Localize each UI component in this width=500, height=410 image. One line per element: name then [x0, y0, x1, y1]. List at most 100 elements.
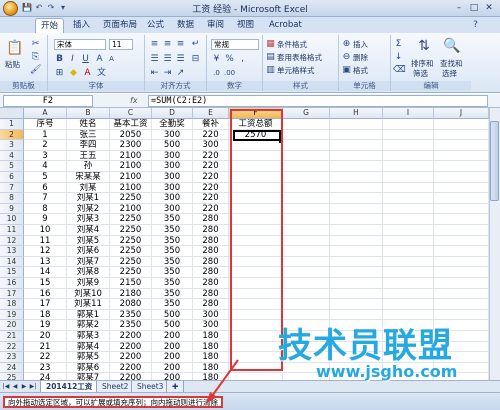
fx-icon[interactable]: fx: [130, 95, 144, 107]
cell[interactable]: [383, 373, 434, 380]
cell[interactable]: [283, 203, 330, 215]
cell[interactable]: [283, 172, 330, 183]
row-header[interactable]: 19: [0, 309, 24, 321]
cell[interactable]: 刘某8: [67, 267, 110, 278]
cell[interactable]: 孙: [67, 161, 110, 172]
cell[interactable]: [434, 299, 489, 310]
cell[interactable]: [434, 235, 489, 247]
cell[interactable]: 300: [152, 203, 193, 215]
font-size-select[interactable]: 11: [109, 39, 133, 50]
cell[interactable]: [330, 119, 383, 130]
cell[interactable]: 180: [193, 352, 229, 363]
cell[interactable]: [283, 309, 330, 321]
cell[interactable]: 200: [152, 341, 193, 353]
cell[interactable]: 刘某4: [67, 225, 110, 236]
cell[interactable]: 23: [24, 362, 67, 374]
font-grow-icon[interactable]: A: [94, 54, 105, 65]
cell[interactable]: 280: [193, 246, 229, 257]
orientation-icon[interactable]: ↗: [175, 68, 186, 79]
cell[interactable]: 220: [193, 129, 229, 141]
cell[interactable]: [383, 352, 434, 363]
cell[interactable]: [330, 140, 383, 151]
italic-button[interactable]: I: [67, 54, 78, 65]
row-header[interactable]: 11: [0, 225, 24, 236]
tab-review[interactable]: 审阅: [202, 18, 229, 33]
formula-input[interactable]: =SUM(C2:E2): [148, 95, 488, 107]
cell[interactable]: [434, 246, 489, 257]
cell[interactable]: 2200: [110, 362, 152, 374]
row-header[interactable]: 2: [0, 129, 24, 141]
cell[interactable]: [434, 140, 489, 151]
cell[interactable]: 20: [24, 331, 67, 342]
cell[interactable]: [330, 256, 383, 268]
row-header[interactable]: 13: [0, 246, 24, 257]
cell[interactable]: [283, 373, 330, 380]
row-header[interactable]: 10: [0, 214, 24, 225]
row-header[interactable]: 5: [0, 161, 24, 172]
cell[interactable]: [283, 320, 330, 331]
row-header[interactable]: 12: [0, 235, 24, 247]
cell[interactable]: [383, 161, 434, 172]
cell[interactable]: [330, 309, 383, 321]
cell[interactable]: [330, 182, 383, 194]
column-header-a[interactable]: A: [24, 108, 67, 119]
cell[interactable]: [383, 362, 434, 374]
cell[interactable]: [330, 362, 383, 374]
tab-data[interactable]: 数据: [172, 18, 199, 33]
cell[interactable]: [434, 161, 489, 172]
tab-home[interactable]: 开始: [35, 18, 65, 33]
cell[interactable]: 郭某1: [67, 309, 110, 321]
cell[interactable]: 1: [24, 129, 67, 141]
cell[interactable]: 刘某7: [67, 256, 110, 268]
paste-icon[interactable]: 📋: [6, 39, 24, 57]
cell[interactable]: [283, 331, 330, 342]
cell[interactable]: 2100: [110, 172, 152, 183]
row-header[interactable]: 15: [0, 267, 24, 278]
cell[interactable]: [383, 214, 434, 225]
tab-page-layout[interactable]: 页面布局: [98, 18, 142, 33]
cell[interactable]: [330, 129, 383, 141]
cell[interactable]: 220: [193, 150, 229, 162]
table-format-icon[interactable]: ▤: [265, 52, 276, 63]
cell[interactable]: [383, 278, 434, 289]
cell[interactable]: 280: [193, 278, 229, 289]
cell[interactable]: 刘某11: [67, 299, 110, 310]
cell[interactable]: 郭某3: [67, 331, 110, 342]
cell[interactable]: 300: [152, 129, 193, 141]
find-select-icon[interactable]: 🔍: [443, 37, 461, 55]
cell[interactable]: [434, 278, 489, 289]
cell[interactable]: 350: [152, 225, 193, 236]
cell[interactable]: 郭某2: [67, 320, 110, 331]
conditional-format-button[interactable]: 条件格式: [277, 40, 307, 50]
cell[interactable]: 300: [152, 161, 193, 172]
font-name-select[interactable]: 宋体: [54, 39, 106, 50]
cell[interactable]: 3: [24, 150, 67, 162]
cell[interactable]: [383, 193, 434, 204]
cell[interactable]: [383, 341, 434, 353]
cell[interactable]: 500: [152, 309, 193, 321]
cell[interactable]: [434, 129, 489, 141]
cell[interactable]: [283, 161, 330, 172]
cell[interactable]: 200: [152, 362, 193, 374]
cell[interactable]: 王五: [67, 150, 110, 162]
cut-icon[interactable]: ✂: [30, 39, 41, 50]
indent-dec-icon[interactable]: ⇤: [149, 68, 160, 79]
increase-decimal-icon[interactable]: .0: [211, 68, 222, 79]
cell[interactable]: [229, 373, 283, 380]
cell[interactable]: 220: [193, 193, 229, 204]
cell[interactable]: [383, 267, 434, 278]
delete-button[interactable]: 删除: [353, 53, 368, 63]
cell[interactable]: 350: [152, 256, 193, 268]
cell[interactable]: 2250: [110, 225, 152, 236]
cell[interactable]: 280: [193, 288, 229, 300]
paste-button[interactable]: 粘贴: [5, 60, 20, 70]
row-header[interactable]: 14: [0, 256, 24, 268]
cell[interactable]: 180: [193, 341, 229, 353]
cell[interactable]: 2080: [110, 299, 152, 310]
cell[interactable]: [434, 331, 489, 342]
row-header[interactable]: 7: [0, 182, 24, 194]
cell[interactable]: 2100: [110, 150, 152, 162]
row-header[interactable]: 17: [0, 288, 24, 300]
cell[interactable]: [434, 267, 489, 278]
cell[interactable]: 350: [152, 299, 193, 310]
